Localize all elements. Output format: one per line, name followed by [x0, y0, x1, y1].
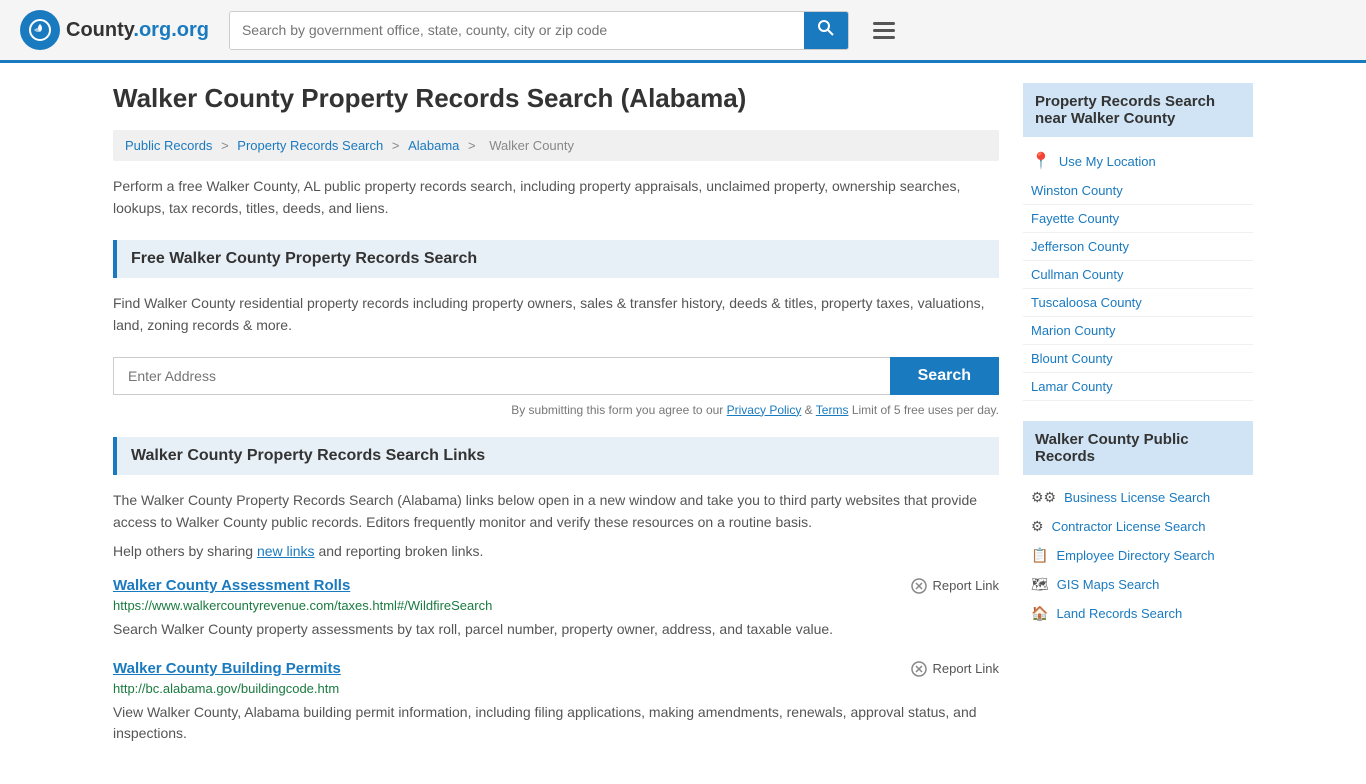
public-records-section: Walker County Public Records ⚙⚙ Business…: [1023, 421, 1253, 628]
report-link-icon-2: [911, 661, 927, 677]
sidebar-county-lamar[interactable]: Lamar County: [1023, 373, 1253, 401]
nearby-section-header: Property Records Search near Walker Coun…: [1023, 83, 1253, 137]
address-search-button[interactable]: Search: [890, 357, 999, 395]
building-permits-url: http://bc.alabama.gov/buildingcode.htm: [113, 681, 999, 696]
global-search-bar: [229, 11, 849, 50]
share-links-text: Help others by sharing new links and rep…: [113, 543, 999, 559]
public-records-section-header: Walker County Public Records: [1023, 421, 1253, 475]
free-search-header: Free Walker County Property Records Sear…: [113, 240, 999, 278]
sidebar-county-winston[interactable]: Winston County: [1023, 177, 1253, 205]
main-container: Walker County Property Records Search (A…: [93, 63, 1273, 784]
link-item-header-2: Walker County Building Permits Report Li…: [113, 660, 999, 677]
assessment-rolls-desc: Search Walker County property assessment…: [113, 619, 999, 640]
search-links-header: Walker County Property Records Search Li…: [113, 437, 999, 475]
report-link-icon: [911, 578, 927, 594]
breadcrumb-sep-3: >: [468, 138, 479, 153]
privacy-policy-link[interactable]: Privacy Policy: [727, 403, 802, 417]
sidebar-contractor-license-search[interactable]: ⚙ Contractor License Search: [1023, 512, 1253, 541]
sidebar: Property Records Search near Walker Coun…: [1023, 83, 1253, 764]
sidebar-county-cullman[interactable]: Cullman County: [1023, 261, 1253, 289]
sidebar-county-tuscaloosa[interactable]: Tuscaloosa County: [1023, 289, 1253, 317]
logo-icon: [20, 10, 60, 50]
site-header: County.org.org: [0, 0, 1366, 63]
home-icon: 🏠: [1031, 605, 1048, 622]
main-content: Walker County Property Records Search (A…: [113, 83, 999, 764]
use-my-location-link[interactable]: 📍 Use My Location: [1023, 145, 1253, 177]
search-links-description: The Walker County Property Records Searc…: [113, 489, 999, 534]
page-description: Perform a free Walker County, AL public …: [113, 175, 999, 220]
link-item-building-permits: Walker County Building Permits Report Li…: [113, 660, 999, 744]
report-link-button-1[interactable]: Report Link: [911, 578, 999, 594]
global-search-input[interactable]: [230, 12, 804, 49]
sidebar-business-license-search[interactable]: ⚙⚙ Business License Search: [1023, 483, 1253, 512]
search-links-section: Walker County Property Records Search Li…: [113, 437, 999, 745]
sidebar-county-jefferson[interactable]: Jefferson County: [1023, 233, 1253, 261]
address-input[interactable]: [113, 357, 890, 395]
breadcrumb-sep-1: >: [221, 138, 232, 153]
sidebar-county-marion[interactable]: Marion County: [1023, 317, 1253, 345]
report-link-button-2[interactable]: Report Link: [911, 661, 999, 677]
gear-icon-2: ⚙: [1031, 518, 1044, 535]
limit-note: Limit of 5 free uses per day.: [852, 403, 999, 417]
breadcrumb-sep-2: >: [392, 138, 403, 153]
new-links-link[interactable]: new links: [257, 543, 315, 559]
address-search-form: Search: [113, 357, 999, 395]
sidebar-employee-directory-search[interactable]: 📋 Employee Directory Search: [1023, 541, 1253, 570]
breadcrumb-property-records-search[interactable]: Property Records Search: [237, 138, 383, 153]
sidebar-land-records-search[interactable]: 🏠 Land Records Search: [1023, 599, 1253, 628]
page-title: Walker County Property Records Search (A…: [113, 83, 999, 114]
terms-link[interactable]: Terms: [816, 403, 849, 417]
logo-text: County.org.org: [66, 19, 209, 42]
map-icon: 🗺: [1031, 576, 1049, 593]
free-search-description: Find Walker County residential property …: [113, 292, 999, 337]
building-permits-desc: View Walker County, Alabama building per…: [113, 702, 999, 744]
assessment-rolls-link[interactable]: Walker County Assessment Rolls: [113, 577, 350, 594]
location-pin-icon: 📍: [1031, 151, 1051, 171]
logo-link[interactable]: County.org.org: [20, 10, 209, 50]
sidebar-county-fayette[interactable]: Fayette County: [1023, 205, 1253, 233]
building-permits-link[interactable]: Walker County Building Permits: [113, 660, 341, 677]
link-item-assessment-rolls: Walker County Assessment Rolls Report Li…: [113, 577, 999, 640]
nearby-section: Property Records Search near Walker Coun…: [1023, 83, 1253, 401]
sidebar-gis-maps-search[interactable]: 🗺 GIS Maps Search: [1023, 570, 1253, 599]
link-item-header: Walker County Assessment Rolls Report Li…: [113, 577, 999, 594]
hamburger-menu-button[interactable]: [869, 18, 899, 43]
list-icon: 📋: [1031, 547, 1048, 564]
form-note: By submitting this form you agree to our…: [113, 403, 999, 417]
breadcrumb-alabama[interactable]: Alabama: [408, 138, 459, 153]
sidebar-county-blount[interactable]: Blount County: [1023, 345, 1253, 373]
breadcrumb-public-records[interactable]: Public Records: [125, 138, 212, 153]
form-note-text: By submitting this form you agree to our: [511, 403, 723, 417]
global-search-button[interactable]: [804, 12, 848, 49]
breadcrumb-walker-county: Walker County: [489, 138, 574, 153]
gear-icon-1: ⚙⚙: [1031, 489, 1056, 506]
assessment-rolls-url: https://www.walkercountyrevenue.com/taxe…: [113, 598, 999, 613]
breadcrumb: Public Records > Property Records Search…: [113, 130, 999, 161]
